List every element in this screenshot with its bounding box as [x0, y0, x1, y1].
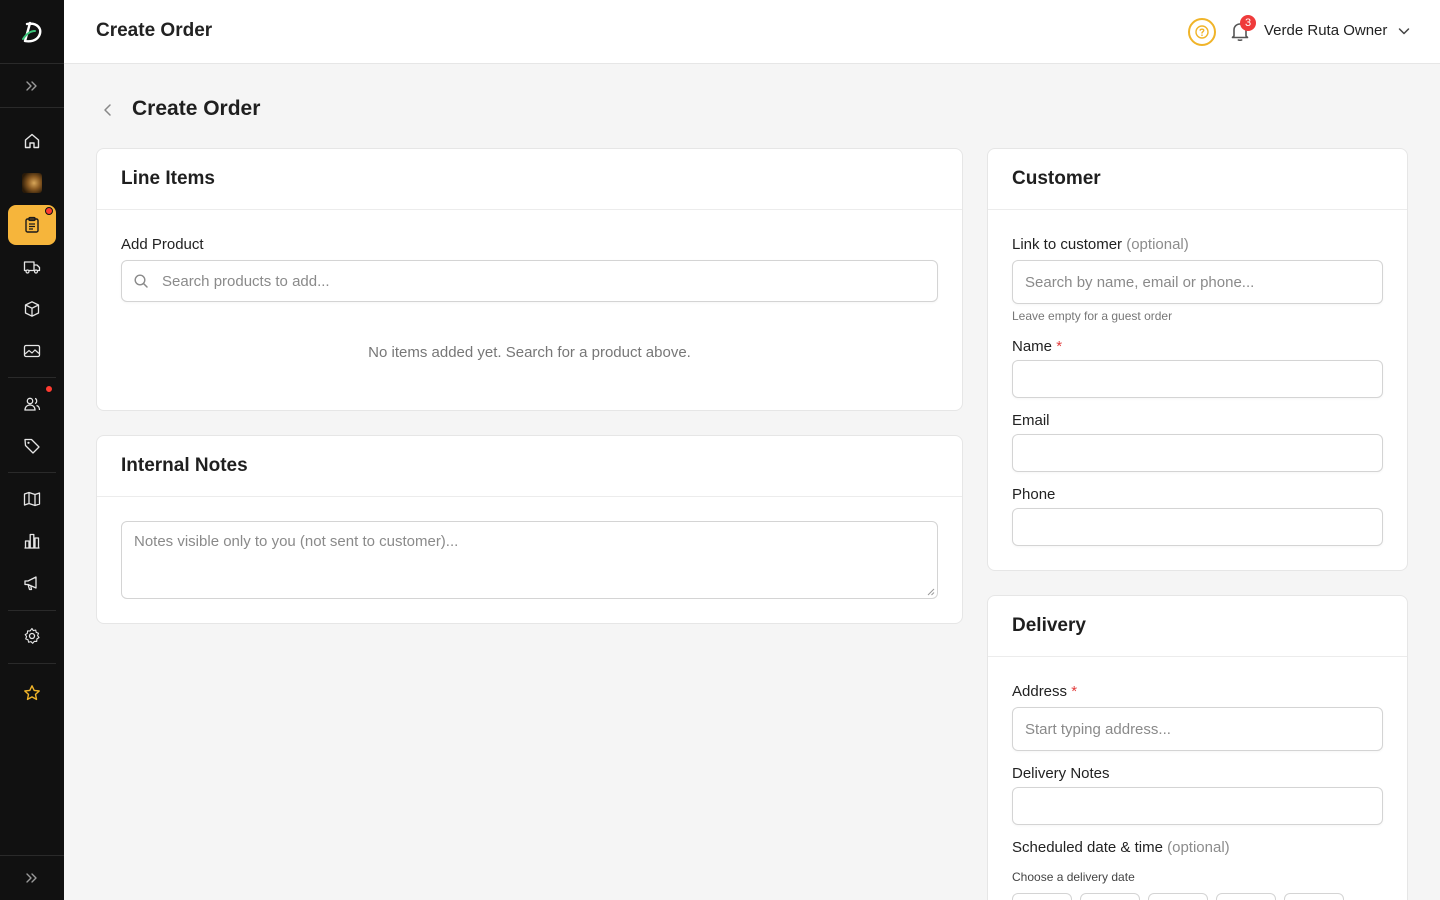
question-icon [1195, 25, 1209, 39]
sidebar [0, 0, 64, 900]
sidebar-item-discounts[interactable] [8, 426, 56, 466]
sidebar-divider [8, 377, 56, 378]
delivery-title: Delivery [1012, 615, 1086, 636]
store-avatar-icon [22, 173, 42, 193]
internal-notes-title: Internal Notes [121, 455, 248, 476]
settings-icon [24, 627, 40, 644]
name-label-text: Name [1012, 338, 1053, 355]
chevron-down-icon [1399, 27, 1410, 34]
link-customer-label: Link to customer (optional) [1012, 236, 1189, 253]
sidebar-item-map[interactable] [8, 479, 56, 519]
star-icon [24, 685, 40, 701]
date-option[interactable] [1012, 893, 1072, 900]
name-label: Name * [1012, 338, 1062, 355]
link-customer-label-text: Link to customer [1012, 236, 1123, 253]
package-icon [24, 301, 40, 317]
page-title: Create Order [132, 97, 261, 120]
sidebar-divider [8, 663, 56, 664]
required-mark: * [1056, 338, 1063, 355]
topbar-title: Create Order [96, 20, 213, 41]
customer-search-input[interactable]: Search by name, email or phone... [1012, 260, 1383, 304]
bar-chart-icon [24, 533, 40, 549]
sidebar-divider [8, 472, 56, 473]
home-icon [24, 133, 40, 149]
truck-icon [23, 261, 41, 274]
help-button[interactable] [1188, 18, 1216, 46]
date-hint: Choose a delivery date [1012, 870, 1135, 884]
required-mark: * [1071, 683, 1078, 700]
notifications-count-badge: 3 [1240, 15, 1256, 31]
internal-notes-textarea[interactable]: Notes visible only to you (not sent to c… [121, 521, 938, 599]
user-menu[interactable]: Verde Ruta Owner [1264, 22, 1411, 39]
address-input[interactable]: Start typing address... [1012, 707, 1383, 751]
image-icon [23, 344, 41, 358]
sidebar-item-favorites[interactable] [8, 673, 56, 713]
customer-card: Customer Link to customer (optional) Sea… [987, 148, 1408, 571]
date-option[interactable] [1148, 893, 1208, 900]
search-icon [134, 274, 148, 288]
date-option[interactable] [1284, 893, 1344, 900]
resize-grip-icon[interactable] [927, 588, 935, 596]
chevrons-right-icon [26, 80, 37, 91]
empty-items-message: No items added yet. Search for a product… [368, 344, 691, 361]
sidebar-item-products[interactable] [8, 289, 56, 329]
clipboard-orders-icon [25, 216, 39, 233]
name-field[interactable] [1012, 360, 1383, 398]
customers-alert-dot [45, 385, 53, 393]
date-option[interactable] [1080, 893, 1140, 900]
sidebar-collapse-button[interactable] [0, 855, 64, 900]
sidebar-item-analytics[interactable] [8, 521, 56, 561]
sidebar-item-delivery[interactable] [8, 247, 56, 287]
chevrons-right-icon [26, 873, 37, 883]
optional-tag: (optional) [1167, 839, 1230, 856]
scheduled-label: Scheduled date & time (optional) [1012, 839, 1230, 856]
sidebar-item-media[interactable] [8, 331, 56, 371]
delivery-notes-label: Delivery Notes [1012, 765, 1110, 782]
map-icon [23, 491, 41, 507]
sidebar-item-home[interactable] [8, 121, 56, 161]
sidebar-item-marketing[interactable] [8, 563, 56, 603]
sidebar-item-store[interactable] [8, 163, 56, 203]
customer-title: Customer [1012, 168, 1101, 189]
user-name: Verde Ruta Owner [1264, 22, 1388, 39]
product-search-input[interactable]: Search products to add... [121, 260, 938, 302]
scheduled-label-text: Scheduled date & time [1012, 839, 1163, 856]
internal-notes-placeholder: Notes visible only to you (not sent to c… [134, 533, 459, 550]
megaphone-icon [24, 576, 37, 591]
tag-icon [24, 438, 40, 454]
link-customer-hint: Leave empty for a guest order [1012, 309, 1173, 323]
line-items-title: Line Items [121, 168, 215, 189]
address-placeholder: Start typing address... [1025, 721, 1171, 738]
sidebar-item-settings[interactable] [8, 616, 56, 656]
customer-search-placeholder: Search by name, email or phone... [1025, 274, 1255, 291]
sidebar-expand-button[interactable] [0, 64, 64, 108]
add-product-label: Add Product [121, 236, 204, 253]
sidebar-divider [8, 610, 56, 611]
email-field[interactable] [1012, 434, 1383, 472]
logo-icon [22, 21, 42, 43]
address-label: Address * [1012, 683, 1077, 700]
line-items-card: Line Items Add Product Search products t… [96, 148, 963, 411]
delivery-card: Delivery Address * Start typing address.… [987, 595, 1408, 900]
delivery-notes-field[interactable] [1012, 787, 1383, 825]
product-search-placeholder: Search products to add... [162, 273, 330, 290]
date-option[interactable] [1216, 893, 1276, 900]
phone-label: Phone [1012, 486, 1056, 503]
phone-field[interactable] [1012, 508, 1383, 546]
optional-tag: (optional) [1126, 236, 1189, 253]
chevron-left-icon [104, 104, 111, 116]
app-logo[interactable] [0, 0, 64, 64]
email-label: Email [1012, 412, 1050, 429]
users-icon [24, 397, 41, 411]
orders-alert-dot [45, 207, 53, 215]
address-label-text: Address [1012, 683, 1068, 700]
topbar: Create Order 3 Verde Ruta Owner [64, 0, 1440, 64]
back-button[interactable] [96, 98, 120, 122]
internal-notes-card: Internal Notes Notes visible only to you… [96, 435, 963, 624]
